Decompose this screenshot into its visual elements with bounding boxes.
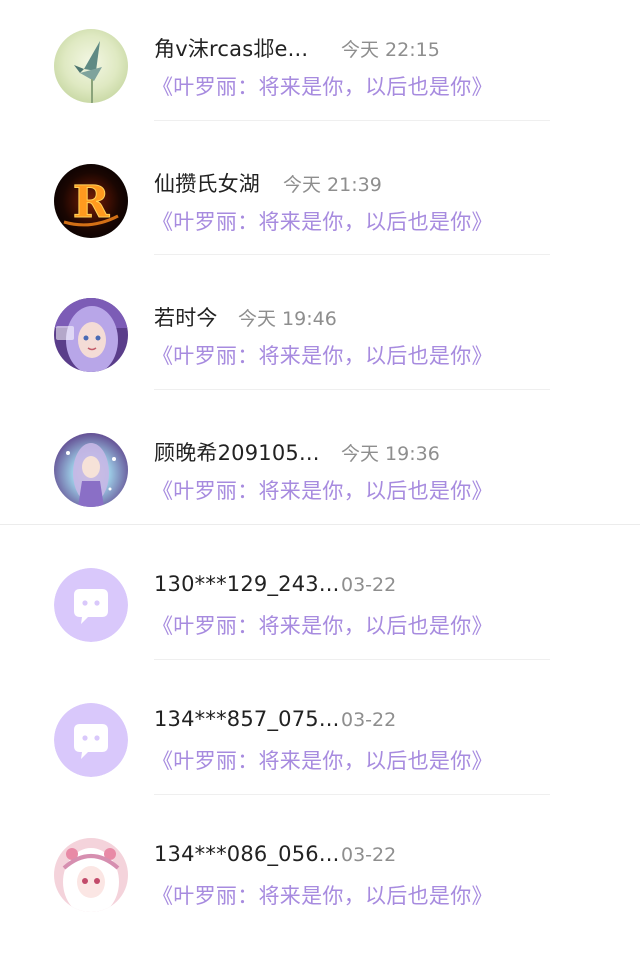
divider [154, 254, 550, 255]
comment-message[interactable]: 《叶罗丽：将来是你，以后也是你》 [152, 71, 493, 101]
comment-time: 03-22 [341, 844, 397, 866]
comment-item[interactable]: 130***129_243... 03-22 《叶罗丽：将来是你，以后也是你》 [0, 568, 640, 688]
comment-item[interactable]: R 仙攒氏女湖 今天 21:39 《叶罗丽：将来是你，以后也是你》 [0, 164, 640, 284]
comment-item[interactable]: 若时今 今天 19:46 《叶罗丽：将来是你，以后也是你》 [0, 298, 640, 418]
username[interactable]: 顾晚希209105... [154, 437, 320, 467]
divider [0, 524, 640, 525]
avatar-paper-crane[interactable] [54, 29, 128, 103]
username[interactable]: 134***086_056... [154, 842, 339, 866]
username[interactable]: 134***857_075... [154, 707, 339, 731]
comment-message[interactable]: 《叶罗丽：将来是你，以后也是你》 [152, 206, 493, 236]
comment-message[interactable]: 《叶罗丽：将来是你，以后也是你》 [152, 340, 493, 370]
divider [154, 794, 550, 795]
comment-time: 今天 22:15 [341, 39, 440, 61]
divider [154, 659, 550, 660]
default-avatar-chat-icon[interactable] [54, 568, 128, 642]
comment-item[interactable]: 134***086_056... 03-22 《叶罗丽：将来是你，以后也是你》 [0, 838, 640, 958]
divider [154, 389, 550, 390]
comment-list: 角v沫rcas邶e... 今天 22:15 《叶罗丽：将来是你，以后也是你》 R… [0, 0, 640, 919]
username[interactable]: 130***129_243... [154, 572, 339, 596]
comment-item[interactable]: 134***857_075... 03-22 《叶罗丽：将来是你，以后也是你》 [0, 703, 640, 823]
comment-time: 今天 19:46 [238, 308, 337, 330]
divider [154, 120, 550, 121]
comment-message[interactable]: 《叶罗丽：将来是你，以后也是你》 [152, 475, 493, 505]
comment-time: 今天 21:39 [283, 174, 382, 196]
comment-message[interactable]: 《叶罗丽：将来是你，以后也是你》 [152, 610, 493, 640]
comment-message[interactable]: 《叶罗丽：将来是你，以后也是你》 [152, 880, 493, 910]
fire-r-letter: R [73, 177, 110, 228]
username[interactable]: 角v沫rcas邶e... [154, 33, 308, 63]
comment-item[interactable]: 角v沫rcas邶e... 今天 22:15 《叶罗丽：将来是你，以后也是你》 [0, 29, 640, 149]
avatar-anime-girl-pink[interactable] [54, 838, 128, 912]
comment-message[interactable]: 《叶罗丽：将来是你，以后也是你》 [152, 745, 493, 775]
avatar-anime-girl-purple[interactable] [54, 298, 128, 372]
comment-time: 今天 19:36 [341, 443, 440, 465]
username[interactable]: 若时今 [154, 302, 218, 332]
comment-item[interactable]: 顾晚希209105... 今天 19:36 《叶罗丽：将来是你，以后也是你》 [0, 433, 640, 553]
default-avatar-chat-icon[interactable] [54, 703, 128, 777]
avatar-anime-girl-sparkle[interactable] [54, 433, 128, 507]
username[interactable]: 仙攒氏女湖 [154, 168, 260, 198]
comment-time: 03-22 [341, 709, 397, 731]
avatar-fire-r[interactable]: R [54, 164, 128, 238]
comment-time: 03-22 [341, 574, 397, 596]
